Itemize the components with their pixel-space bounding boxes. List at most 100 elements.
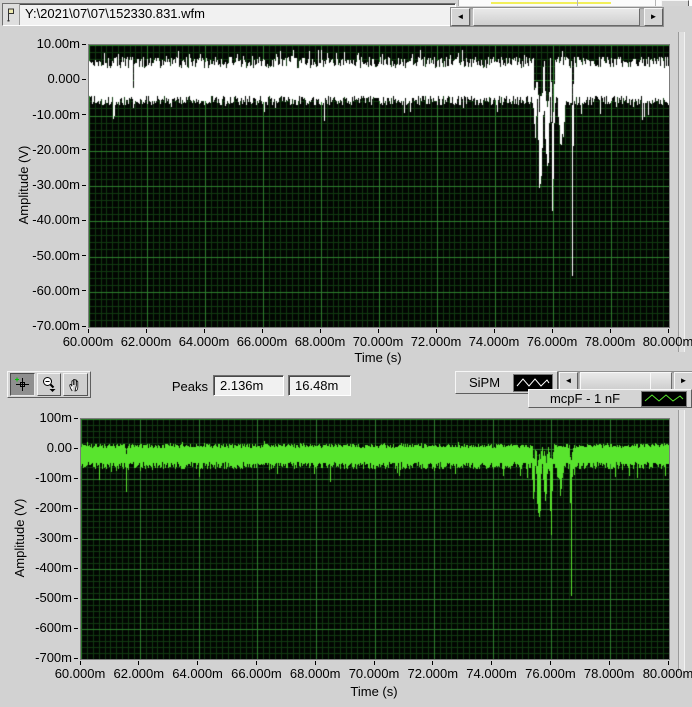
peak-value-1[interactable]: 2.136m [213,375,284,396]
x-tick [493,329,495,333]
y-tick [82,78,86,80]
mcp-legend[interactable]: mcpF - 1 nF [528,389,692,408]
y-tick [74,507,78,509]
scroll-right-button[interactable]: ► [644,8,663,26]
x-axis-title: Time (s) [350,684,398,699]
mcp-plot-area[interactable] [80,418,670,660]
y-tick-label: -10.00m [32,106,80,122]
scrollbar-track[interactable] [470,8,644,26]
right-arrow-icon: ► [679,376,688,385]
file-history-scrollbar[interactable]: ◄ ► [450,7,664,27]
peak-value-2[interactable]: 16.48m [288,375,351,396]
y-tick-label: -60.00m [32,282,80,298]
y-tick-label: -300m [35,530,72,545]
x-tick [79,661,81,665]
pane-splitter [678,32,685,352]
y-tick [82,255,86,256]
x-tick-label: 80.000m [642,334,692,349]
y-tick-label: -700m [35,650,72,665]
x-tick [667,661,669,665]
scrollbar-track[interactable] [578,372,674,390]
sipm-chart: Amplitude (V) Time (s) 60.000m 62.000m 64.… [0,28,692,368]
x-tick [551,329,553,333]
y-tick-label: 10.00m [36,36,80,51]
x-tick [197,661,199,665]
mcp-chart: Amplitude (V) Time (s) 60.000m 62.000m 64.… [0,408,692,707]
y-tick [82,184,86,186]
scrollbar-thumb[interactable] [473,8,640,26]
x-tick [491,661,493,665]
pane-splitter [678,410,685,672]
zoom-tool-button[interactable] [36,373,62,396]
mcp-legend-label: mcpF - 1 nF [549,391,621,406]
x-tick [203,329,205,333]
crosshair-icon [14,377,29,391]
y-tick [82,290,86,292]
y-tick [74,477,78,479]
y-tick-label: -200m [35,500,72,515]
y-tick [74,657,78,659]
y-tick [74,627,78,629]
y-tick [82,149,86,151]
left-arrow-icon: ◄ [564,376,573,385]
x-tick [432,661,434,665]
x-tick [435,329,437,333]
y-tick [74,417,78,419]
x-tick [667,329,669,333]
x-tick [373,661,375,665]
x-tick [377,329,379,333]
x-tick [609,329,611,333]
x-tick [138,661,140,665]
pan-tool-button[interactable] [63,373,89,396]
x-tick [319,329,321,333]
clipped-legend-strip [458,0,692,6]
sipm-legend-label: SiPM [468,375,501,390]
clipped-button[interactable] [661,0,689,6]
y-tick [74,597,78,599]
scroll-left-button[interactable]: ◄ [451,8,470,26]
mcp-plot-style-icon[interactable] [641,390,687,407]
x-tick [261,329,263,333]
x-tick [255,661,257,665]
scrollbar-thumb[interactable] [580,372,652,390]
y-tick-label: -400m [35,560,72,575]
y-tick-label: -500m [35,590,72,605]
scroll-left-button[interactable]: ◄ [559,372,578,390]
peaks-label: Peaks [171,379,208,394]
y-tick-label: 100m [39,410,72,425]
y-tick [82,219,86,221]
legend-scrollbar[interactable]: ◄ ► [558,371,692,391]
x-tick [145,329,147,333]
x-tick [314,661,316,665]
scroll-right-button[interactable]: ► [674,372,692,390]
y-tick [74,447,78,449]
x-tick [608,661,610,665]
left-arrow-icon: ◄ [456,12,465,21]
y-tick [82,325,86,327]
x-tick [549,661,551,665]
x-tick [87,329,89,333]
path-icon [3,4,20,25]
waveform-viewer-window: { "icons": { "left_arrow": "◄", "right_a… [0,0,692,707]
x-tick-label: 80.000m [642,666,692,681]
y-tick-label: -50.00m [32,247,80,263]
divider [655,0,656,6]
y-tick [74,537,78,539]
y-tick-label: -100m [35,470,72,485]
y-tick-label: -600m [35,620,72,635]
x-axis-title: Time (s) [354,350,402,365]
hand-icon [69,379,79,392]
y-tick-label: -30.00m [32,177,80,192]
divider [577,0,578,6]
magnifier-icon [42,377,55,392]
y-tick-label: -40.00m [32,212,80,228]
y-tick [82,43,86,45]
sipm-plot-area[interactable] [88,44,670,328]
y-tick-label: 0.000 [47,71,80,87]
y-tick-label: -20.00m [32,141,80,157]
file-path-value: Y:\2021\07\07\152330.831.wfm [25,6,205,21]
file-path-input[interactable]: Y:\2021\07\07\152330.831.wfm [2,3,456,26]
cursor-tool-button[interactable] [10,373,35,396]
scrollbar-segment[interactable] [650,372,672,390]
y-tick-label: 0.00 [46,440,72,455]
